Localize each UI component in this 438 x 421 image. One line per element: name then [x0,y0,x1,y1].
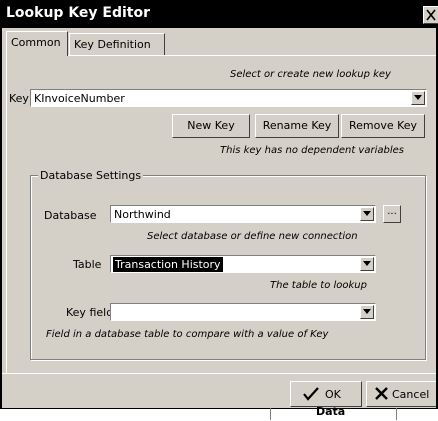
table-combo-value: Transaction History [113,257,223,272]
database-combo-value: Northwind [114,208,171,221]
rename-key-button[interactable]: Rename Key [255,114,339,138]
browse-database-button[interactable]: ... [383,205,401,223]
keyfield-hint: Field in a database table to compare wit… [46,329,329,340]
ok-button-label: OK [325,388,341,401]
title-bar: Lookup Key Editor [0,0,438,28]
table-hint: The table to lookup [270,280,367,291]
database-label: Database [44,209,97,222]
keyfield-label: Key field [66,306,114,319]
lookup-key-editor-window: Lookup Key Editor Common Key Definition … [0,0,438,421]
keyfield-combo[interactable] [110,303,376,321]
table-dropdown-button[interactable] [360,257,374,271]
cancel-x-icon [375,387,388,400]
remove-key-button[interactable]: Remove Key [341,114,425,138]
chevron-down-icon [363,211,371,216]
new-key-button[interactable]: New Key [172,114,250,138]
database-settings-title: Database Settings [38,169,144,182]
checkmark-icon [303,387,319,401]
window-frame-left [0,28,2,410]
key-dropdown-button[interactable] [411,91,425,105]
chevron-down-icon [363,309,371,314]
database-combo[interactable]: Northwind [110,205,376,223]
key-label: Key [9,92,29,105]
background-column-label: Data [316,405,346,418]
table-label: Table [73,258,102,271]
database-hint: Select database or define new connection [147,231,358,242]
key-hint: Select or create new lookup key [230,69,391,80]
chevron-down-icon [363,261,371,266]
table-combo[interactable]: Transaction History [110,255,376,273]
key-status: This key has no dependent variables [220,145,404,156]
cancel-button[interactable]: Cancel [366,381,438,407]
keyfield-dropdown-button[interactable] [360,305,374,319]
cancel-button-label: Cancel [392,388,430,401]
chevron-down-icon [414,95,422,100]
close-button[interactable] [423,6,438,24]
window-title: Lookup Key Editor [6,5,151,21]
ok-button[interactable]: OK [290,381,362,407]
key-combo-value: KInvoiceNumber [34,92,125,105]
key-combo[interactable]: KInvoiceNumber [30,89,427,107]
close-icon [426,9,436,21]
database-dropdown-button[interactable] [360,207,374,221]
tab-key-definition[interactable]: Key Definition [69,33,165,55]
tab-common[interactable]: Common [6,31,68,56]
